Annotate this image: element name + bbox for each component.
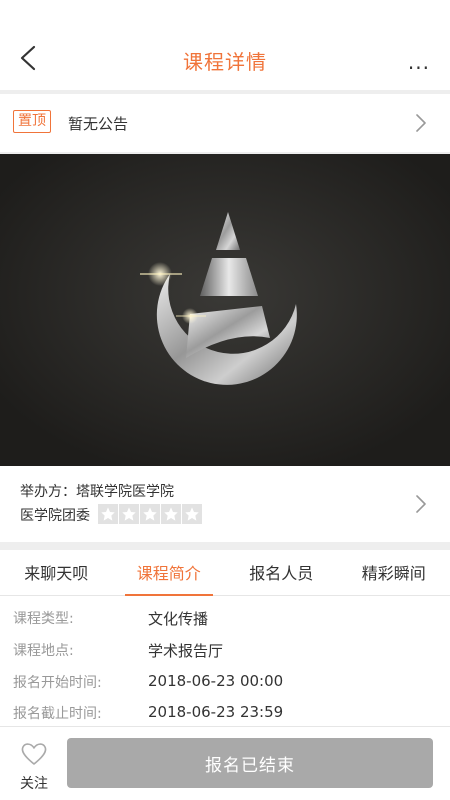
info-row: 课程地点: 学术报告厅 bbox=[0, 640, 450, 672]
course-logo-icon bbox=[0, 154, 450, 466]
info-label: 课程类型: bbox=[13, 611, 74, 627]
info-label: 报名截止时间: bbox=[13, 706, 102, 722]
organizer-department: 医学院团委 bbox=[20, 508, 90, 524]
info-value: 学术报告厅 bbox=[148, 642, 224, 660]
section-divider bbox=[0, 542, 450, 550]
chevron-right-icon bbox=[416, 495, 426, 513]
star-icon bbox=[182, 504, 202, 524]
star-icon bbox=[140, 504, 160, 524]
info-value: 2018-06-23 23:59 bbox=[148, 703, 284, 721]
pinned-badge: 置顶 bbox=[13, 110, 51, 133]
info-row: 课程类型: 文化传播 bbox=[0, 608, 450, 640]
nav-bar: 课程详情 ... bbox=[0, 28, 450, 90]
info-label: 课程地点: bbox=[13, 643, 74, 659]
info-value: 2018-06-23 00:00 bbox=[148, 672, 284, 690]
heart-icon bbox=[21, 743, 47, 765]
tab-chat[interactable]: 来聊天呗 bbox=[0, 550, 113, 595]
tab-bar: 来聊天呗 课程简介 报名人员 精彩瞬间 bbox=[0, 550, 450, 596]
info-value: 文化传播 bbox=[148, 610, 209, 628]
tab-course-intro[interactable]: 课程简介 bbox=[113, 550, 226, 596]
rating-stars bbox=[98, 504, 202, 524]
info-label: 报名开始时间: bbox=[13, 675, 102, 691]
tab-registrants[interactable]: 报名人员 bbox=[225, 550, 338, 595]
signup-button[interactable]: 报名已结束 bbox=[67, 738, 433, 788]
notice-text: 暂无公告 bbox=[68, 115, 129, 133]
follow-label: 关注 bbox=[20, 776, 48, 792]
status-bar bbox=[0, 0, 450, 28]
star-icon bbox=[161, 504, 181, 524]
notice-bar[interactable]: 置顶 暂无公告 bbox=[0, 94, 450, 152]
bottom-action-bar: 关注 报名已结束 bbox=[0, 726, 450, 800]
info-row: 报名开始时间: 2018-06-23 00:00 bbox=[0, 672, 450, 704]
star-icon bbox=[119, 504, 139, 524]
organizer-info[interactable]: 举办方：塔联学院医学院 医学院团委 bbox=[0, 466, 450, 542]
chevron-right-icon bbox=[416, 114, 426, 132]
more-button[interactable]: ... bbox=[408, 50, 430, 74]
follow-button[interactable]: 关注 bbox=[10, 735, 58, 795]
course-cover-image bbox=[0, 154, 450, 466]
star-icon bbox=[98, 504, 118, 524]
tab-highlights[interactable]: 精彩瞬间 bbox=[338, 550, 450, 595]
page-title: 课程详情 bbox=[183, 50, 267, 74]
organizer-name: 举办方：塔联学院医学院 bbox=[20, 484, 174, 500]
